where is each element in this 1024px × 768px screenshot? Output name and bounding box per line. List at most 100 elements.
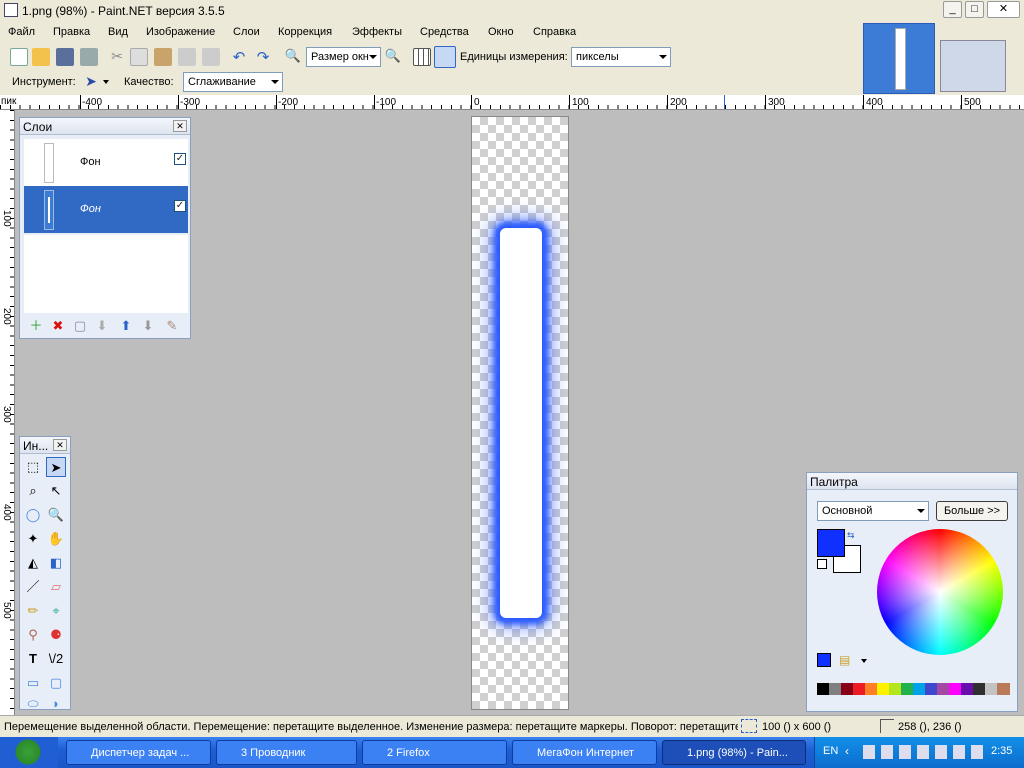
save-icon[interactable] bbox=[56, 48, 74, 66]
close-icon[interactable]: ✕ bbox=[173, 120, 187, 132]
magic-wand-icon[interactable]: ✦ bbox=[23, 529, 43, 549]
menu-file[interactable]: Файл bbox=[8, 26, 35, 38]
layer-row-selected[interactable]: Фон ✓ bbox=[24, 186, 188, 233]
delete-layer-icon[interactable]: ✖ bbox=[48, 316, 68, 336]
start-button[interactable] bbox=[0, 737, 58, 768]
maximize-button[interactable]: □ bbox=[965, 1, 984, 18]
undo-icon[interactable]: ↶ bbox=[230, 48, 248, 66]
add-color-icon[interactable] bbox=[817, 653, 831, 667]
layers-panel-header: Слои ✕ bbox=[20, 118, 190, 135]
layer-properties-icon[interactable]: ✎ bbox=[162, 316, 182, 336]
cut-icon[interactable]: ✂ bbox=[108, 48, 126, 66]
reset-colors-icon[interactable] bbox=[817, 559, 827, 569]
close-button[interactable]: ✕ bbox=[987, 1, 1020, 18]
taskbar-megafon[interactable]: МегаФон Интернет bbox=[512, 740, 657, 765]
freeform-shape-icon[interactable]: ◗ bbox=[46, 694, 66, 714]
swap-colors-icon[interactable]: ⇆ bbox=[847, 530, 855, 541]
taskbar-task-manager[interactable]: Диспетчер задач ... bbox=[66, 740, 211, 765]
rectangle-icon[interactable]: ▭ bbox=[23, 673, 43, 693]
clone-stamp-icon[interactable]: ⚲ bbox=[23, 625, 43, 645]
paste-icon[interactable] bbox=[154, 48, 172, 66]
menu-view[interactable]: Вид bbox=[108, 26, 128, 38]
layer-visibility-checkbox[interactable]: ✓ bbox=[174, 153, 186, 165]
taskbar-firefox[interactable]: 2 Firefox bbox=[362, 740, 507, 765]
quality-select[interactable]: Сглаживание bbox=[183, 72, 283, 92]
line-curve-icon[interactable]: \/2 bbox=[46, 649, 66, 669]
gradient-icon[interactable]: ◧ bbox=[46, 553, 66, 573]
layer-row[interactable]: Фон ✓ bbox=[24, 139, 188, 186]
paintbrush-icon[interactable]: ／ bbox=[23, 577, 43, 597]
tools-panel-title: Ин... bbox=[23, 439, 49, 453]
ellipse-select-icon[interactable]: ◯ bbox=[23, 505, 43, 525]
duplicate-layer-icon[interactable]: ▢ bbox=[70, 316, 90, 336]
menu-window[interactable]: Окно bbox=[488, 26, 514, 38]
palette-mode-select[interactable]: Основной bbox=[817, 501, 929, 521]
print-icon[interactable] bbox=[80, 48, 98, 66]
palette-panel-title: Палитра bbox=[810, 475, 858, 489]
eraser-icon[interactable]: ▱ bbox=[46, 577, 66, 597]
close-icon[interactable]: ✕ bbox=[53, 439, 67, 451]
tool-dropdown-arrow-icon[interactable] bbox=[103, 80, 109, 84]
pencil-icon[interactable]: ✏ bbox=[23, 601, 43, 621]
zoom-out-icon[interactable]: 🔍 bbox=[284, 48, 302, 66]
tool-label: Инструмент: bbox=[12, 76, 76, 88]
layer-thumbnail bbox=[44, 190, 54, 230]
tray-expand-icon[interactable]: ‹ bbox=[845, 744, 849, 758]
lasso-select-icon[interactable]: ⌕ bbox=[23, 481, 43, 501]
add-layer-icon[interactable]: ＋ bbox=[26, 316, 46, 336]
move-selection-icon[interactable]: ➤ bbox=[46, 457, 66, 477]
rounded-rectangle-icon[interactable]: ▢ bbox=[46, 673, 66, 693]
open-file-icon[interactable] bbox=[32, 48, 50, 66]
taskbar-explorer[interactable]: 3 Проводник bbox=[216, 740, 357, 765]
pan-hand-icon[interactable]: ✋ bbox=[46, 529, 66, 549]
tool-options-bar: Инструмент: ➤ Качество: Сглаживание bbox=[0, 71, 860, 95]
palette-menu-arrow-icon[interactable] bbox=[861, 659, 867, 663]
layer-visibility-checkbox[interactable]: ✓ bbox=[174, 200, 186, 212]
rulers-toggle-icon[interactable] bbox=[434, 46, 456, 68]
color-picker-icon[interactable]: ⌖ bbox=[46, 601, 66, 621]
paint-bucket-icon[interactable]: ◭ bbox=[23, 553, 43, 573]
glowing-bar-shape[interactable] bbox=[500, 228, 542, 618]
menu-edit[interactable]: Правка bbox=[53, 26, 90, 38]
menu-layers[interactable]: Слои bbox=[233, 26, 260, 38]
units-select[interactable]: пикселы bbox=[571, 47, 671, 67]
palette-menu-icon[interactable]: ▤ bbox=[839, 653, 855, 667]
minimize-button[interactable]: _ bbox=[943, 1, 962, 18]
crop-icon[interactable] bbox=[178, 48, 196, 66]
redo-icon[interactable]: ↷ bbox=[254, 48, 272, 66]
recolor-icon[interactable]: ⚈ bbox=[46, 625, 66, 645]
primary-color-swatch[interactable] bbox=[817, 529, 845, 557]
copy-icon[interactable] bbox=[130, 48, 148, 66]
move-layer-down-icon[interactable]: ⬇ bbox=[138, 316, 158, 336]
palette-swatch[interactable] bbox=[997, 683, 1010, 695]
image-tabs bbox=[860, 22, 1024, 95]
title-bar: 1.png (98%) - Paint.NET версия 3.5.5 _ □… bbox=[0, 0, 1024, 22]
move-layer-up-icon[interactable]: ⬆ bbox=[116, 316, 136, 336]
zoom-in-icon[interactable]: 🔍 bbox=[384, 48, 402, 66]
ellipse-icon[interactable]: ⬭ bbox=[23, 694, 43, 714]
menu-image[interactable]: Изображение bbox=[146, 26, 215, 38]
move-selection-arrow-icon[interactable]: ↖ bbox=[46, 481, 66, 501]
image-tab-inactive[interactable] bbox=[940, 40, 1006, 92]
deselect-icon[interactable] bbox=[202, 48, 220, 66]
grid-icon[interactable] bbox=[413, 48, 431, 66]
menu-effects[interactable]: Эффекты bbox=[352, 26, 402, 38]
new-file-icon[interactable] bbox=[10, 48, 28, 66]
merge-layer-down-icon[interactable]: ⬇ bbox=[92, 316, 112, 336]
zoom-icon[interactable]: 🔍 bbox=[46, 505, 66, 525]
units-label: Единицы измерения: bbox=[460, 51, 568, 63]
text-tool-icon[interactable]: T bbox=[23, 649, 43, 669]
color-wheel[interactable] bbox=[877, 529, 1003, 655]
menu-help[interactable]: Справка bbox=[533, 26, 576, 38]
ruler-label: 300 bbox=[1, 406, 12, 423]
language-indicator[interactable]: EN bbox=[823, 745, 838, 757]
taskbar-paintnet[interactable]: 1.png (98%) - Pain... bbox=[662, 740, 806, 765]
image-tab-active[interactable] bbox=[863, 23, 935, 94]
tray-icons[interactable] bbox=[863, 745, 983, 759]
more-colors-button[interactable]: Больше >> bbox=[936, 501, 1008, 521]
menu-tools[interactable]: Средства bbox=[420, 26, 469, 38]
move-selection-tool-icon[interactable]: ➤ bbox=[82, 73, 100, 91]
menu-adjustments[interactable]: Коррекция bbox=[278, 26, 332, 38]
rectangle-select-icon[interactable]: ⬚ bbox=[23, 457, 43, 477]
zoom-select[interactable]: Размер окн bbox=[306, 47, 381, 67]
